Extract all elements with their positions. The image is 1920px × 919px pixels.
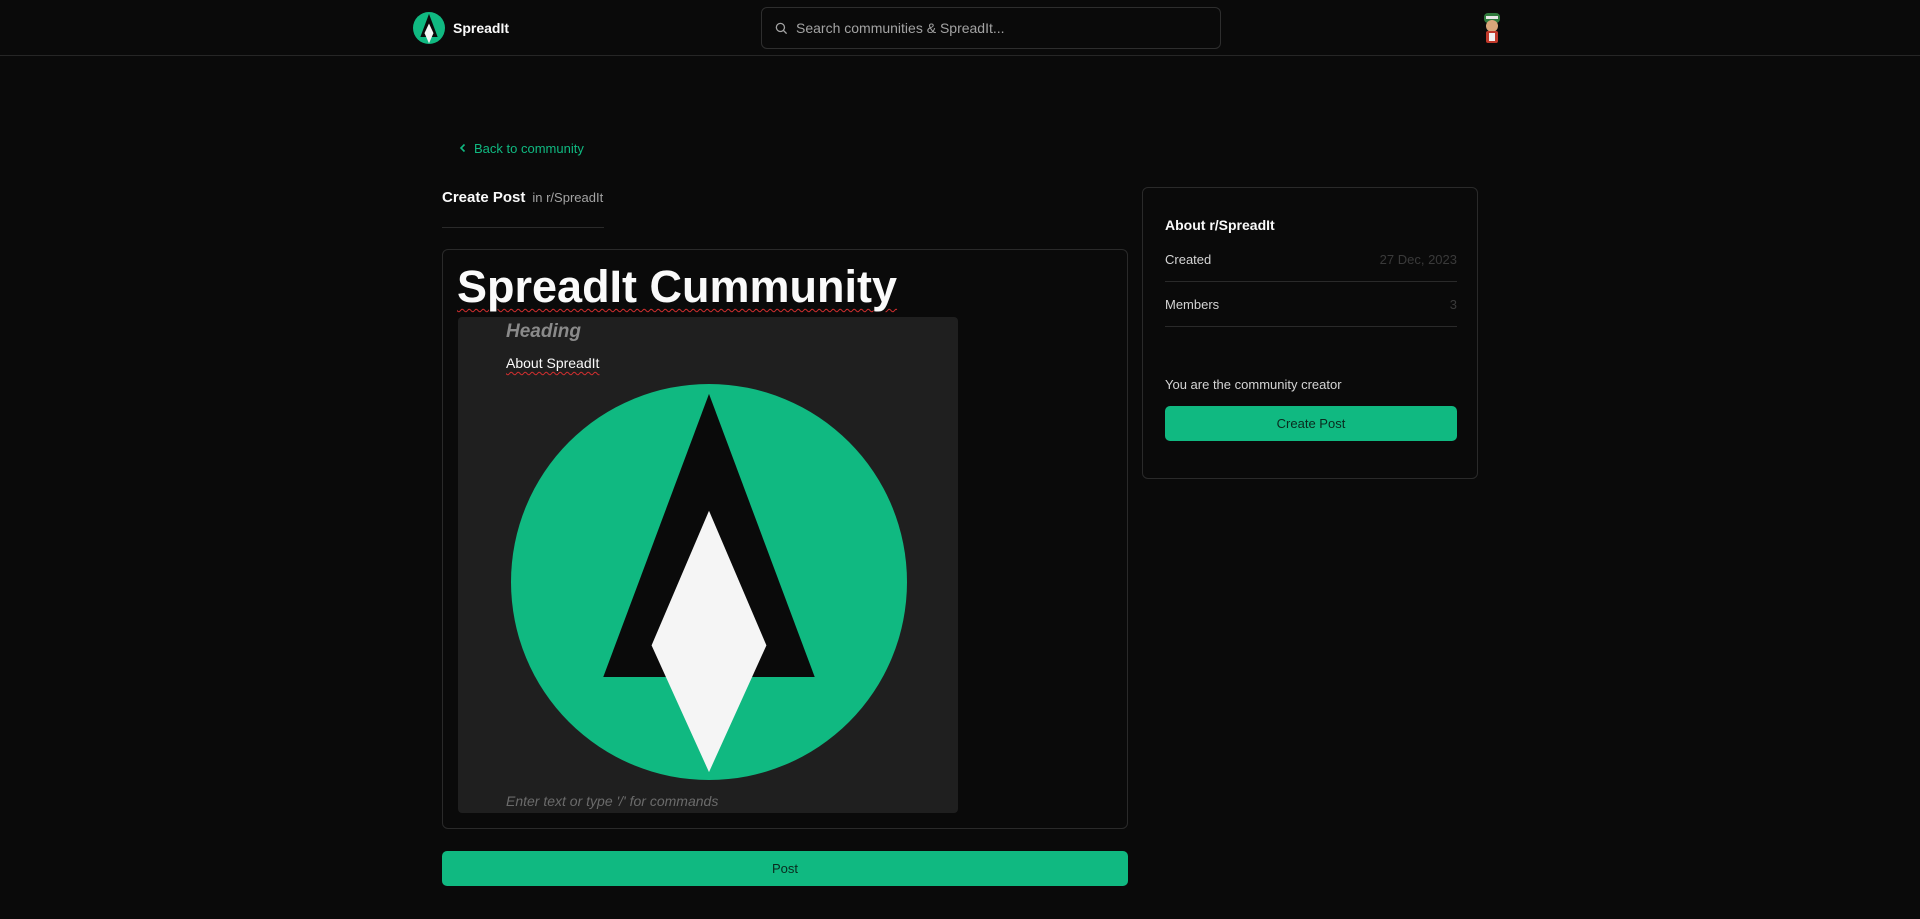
spreadit-logo-icon — [413, 12, 445, 44]
spreadit-logo-image[interactable] — [511, 384, 907, 780]
created-row: Created 27 Dec, 2023 — [1165, 238, 1457, 282]
top-navbar: SpreadIt — [0, 0, 1920, 56]
user-avatar[interactable] — [1478, 11, 1506, 45]
search-icon — [775, 22, 787, 34]
back-to-community-link[interactable]: Back to community — [458, 138, 584, 158]
community-subtitle: in r/SpreadIt — [532, 190, 604, 205]
editor-content-block[interactable]: Heading About SpreadIt Enter text or typ… — [458, 317, 958, 813]
create-post-heading: Create Post in r/SpreadIt — [442, 189, 604, 228]
post-button[interactable]: Post — [442, 851, 1128, 886]
created-label: Created — [1165, 252, 1212, 267]
back-link-label: Back to community — [474, 140, 584, 156]
about-paragraph[interactable]: About SpreadIt — [506, 355, 599, 371]
brand-name: SpreadIt — [453, 20, 510, 36]
members-row: Members 3 — [1165, 283, 1457, 327]
search-box[interactable] — [761, 7, 1221, 49]
community-info-heading: About r/SpreadIt — [1165, 217, 1275, 233]
post-title-text: SpreadIt Cummunity — [457, 261, 898, 312]
page-title: Create Post — [442, 189, 526, 206]
sidebar-create-post-button[interactable]: Create Post — [1165, 406, 1457, 441]
search-input[interactable] — [796, 20, 1220, 36]
post-editor[interactable]: SpreadIt Cummunity Heading About SpreadI… — [442, 249, 1128, 829]
community-info-card: About r/SpreadIt Created 27 Dec, 2023 Me… — [1142, 187, 1478, 479]
post-title-input[interactable]: SpreadIt Cummunity — [457, 262, 897, 312]
creator-note: You are the community creator — [1165, 377, 1342, 392]
chevron-left-icon — [459, 143, 466, 153]
home-logo-link[interactable]: SpreadIt — [413, 12, 509, 44]
body-text-placeholder[interactable]: Enter text or type '/' for commands — [506, 793, 718, 809]
about-text: About SpreadIt — [506, 355, 600, 371]
members-label: Members — [1165, 297, 1220, 312]
heading-placeholder[interactable]: Heading — [506, 321, 581, 343]
members-value: 3 — [1449, 297, 1457, 312]
created-value: 27 Dec, 2023 — [1379, 252, 1457, 267]
